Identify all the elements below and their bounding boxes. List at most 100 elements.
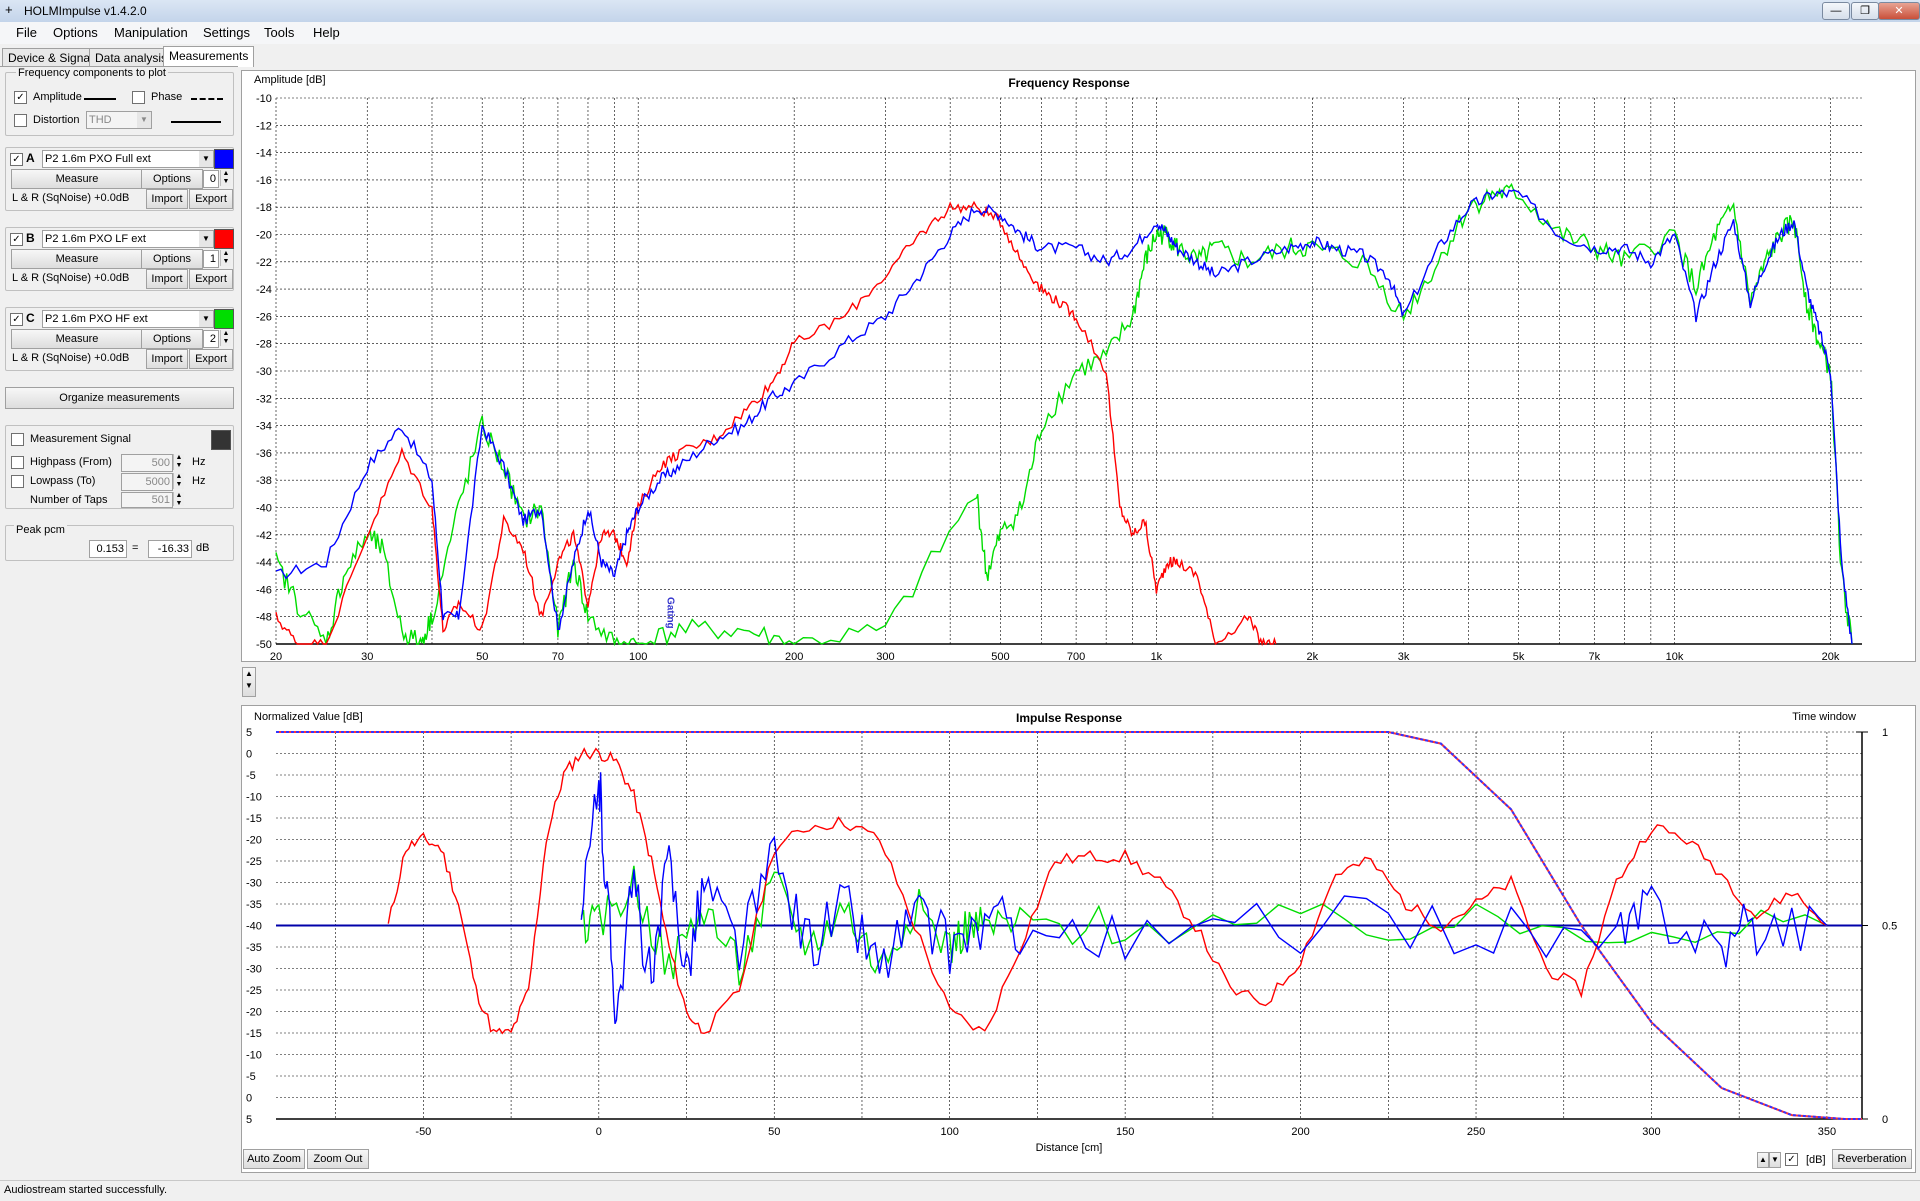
chevron-down-icon: ▼: [199, 311, 213, 327]
measurement-color-swatch[interactable]: [214, 229, 234, 249]
tab-device-signal[interactable]: Device & Signal: [2, 48, 99, 67]
highpass-input[interactable]: 500: [121, 454, 173, 472]
measurement-select[interactable]: P2 1.6m PXO LF ext ▼: [42, 230, 214, 248]
y-tick-label: -15: [246, 813, 262, 825]
distortion-checkbox[interactable]: [14, 114, 27, 127]
y-tick-label: -24: [256, 284, 272, 296]
menu-settings[interactable]: Settings: [197, 25, 256, 41]
y-axis-title: Normalized Value [dB]: [254, 711, 363, 723]
measurement-signal-checkbox[interactable]: [11, 433, 24, 446]
x-tick-label: 30: [361, 651, 373, 661]
export-button[interactable]: Export: [189, 189, 233, 209]
distortion-label: Distortion: [33, 114, 80, 126]
frequency-response-svg: -10 -12 -14 -16 -18 -20 -22 -24 -26 -28 -30 -32 -34 -…: [254, 74, 1862, 678]
measurement-signal-group: Measurement Signal Highpass (From) 500 ▲…: [5, 425, 234, 509]
signal-color-swatch[interactable]: [211, 430, 231, 450]
y-tick-label: -5: [246, 770, 256, 782]
taps-input[interactable]: 501: [121, 492, 173, 508]
measurement-letter: C: [26, 311, 35, 325]
measure-button[interactable]: Measure: [11, 329, 143, 349]
maximize-button[interactable]: ❐: [1851, 2, 1879, 20]
measurement-b-checkbox[interactable]: ✓: [10, 233, 23, 246]
y-tick-label: -18: [256, 202, 272, 214]
tab-data-analysis[interactable]: Data analysis: [89, 48, 174, 67]
tab-measurements[interactable]: Measurements: [163, 46, 255, 67]
highpass-spinner-icon[interactable]: ▲ ▼: [173, 454, 184, 470]
frequency-response-plot[interactable]: -10 -12 -14 -16 -18 -20 -22 -24 -26 -28 -30 -32 -34 -…: [241, 70, 1916, 678]
menu-options[interactable]: Options: [47, 25, 104, 41]
channel-number-input[interactable]: 2: [203, 330, 219, 348]
import-button[interactable]: Import: [146, 269, 188, 289]
measurement-a-checkbox[interactable]: ✓: [10, 153, 23, 166]
menu-bar: File Options Manipulation Settings Tools…: [0, 22, 1920, 44]
channel-number-input[interactable]: 1: [203, 250, 219, 268]
menu-manipulation[interactable]: Manipulation: [108, 25, 194, 41]
chevron-down-icon: ▼: [199, 151, 213, 167]
y2-tick-label: 0: [1882, 1114, 1888, 1126]
y-tick-label: -10: [256, 93, 272, 105]
zoom-out-button[interactable]: Zoom Out: [307, 1149, 369, 1169]
freq-scroll-arrows-icon[interactable]: ▲ ▼: [242, 667, 256, 697]
distortion-select[interactable]: THD ▼: [86, 111, 152, 129]
series-line-p2-1-6m-pxo-lf-ext-envelope: [387, 747, 1828, 1035]
channel-spinner-icon[interactable]: ▲ ▼: [220, 170, 231, 186]
y-tick-label: -10: [246, 792, 262, 804]
export-button[interactable]: Export: [189, 349, 233, 369]
channel-number-input[interactable]: 0: [203, 170, 219, 188]
reverberation-button[interactable]: Reverberation: [1832, 1149, 1912, 1169]
lowpass-hz-label: Hz: [192, 475, 206, 487]
organize-measurements-button[interactable]: Organize measurements: [5, 387, 234, 409]
menu-tools[interactable]: Tools: [258, 25, 300, 41]
amplitude-checkbox[interactable]: ✓: [14, 91, 27, 104]
measurement-color-swatch[interactable]: [214, 309, 234, 329]
phase-checkbox[interactable]: [132, 91, 145, 104]
close-button[interactable]: ✕: [1878, 2, 1920, 20]
menu-file[interactable]: File: [10, 25, 43, 41]
auto-zoom-button[interactable]: Auto Zoom: [243, 1149, 305, 1169]
measure-button[interactable]: Measure: [11, 249, 143, 269]
y2-axis-title: Time window: [1792, 711, 1856, 723]
taps-label: Number of Taps: [30, 494, 108, 506]
taps-spinner-icon[interactable]: ▲ ▼: [173, 492, 184, 507]
import-button[interactable]: Import: [146, 189, 188, 209]
y-tick-label: -30: [246, 964, 262, 976]
measurement-c-checkbox[interactable]: ✓: [10, 313, 23, 326]
menu-help[interactable]: Help: [307, 25, 346, 41]
measurement-letter: A: [26, 151, 35, 165]
minimize-button[interactable]: —: [1822, 2, 1850, 20]
up-arrow-icon[interactable]: ▲: [1757, 1152, 1769, 1168]
measurement-select[interactable]: P2 1.6m PXO HF ext ▼: [42, 310, 214, 328]
x-tick-label: 200: [1291, 1126, 1309, 1138]
lowpass-checkbox[interactable]: [11, 475, 24, 488]
db-checkbox[interactable]: ✓: [1785, 1153, 1798, 1166]
measure-button[interactable]: Measure: [11, 169, 143, 189]
options-button[interactable]: Options: [141, 249, 203, 269]
measurement-select[interactable]: P2 1.6m PXO Full ext ▼: [42, 150, 214, 168]
import-button[interactable]: Import: [146, 349, 188, 369]
channel-spinner-icon[interactable]: ▲ ▼: [220, 330, 231, 346]
x-tick-label: 5k: [1513, 651, 1525, 661]
y-tick-label: -44: [256, 557, 272, 569]
options-button[interactable]: Options: [141, 169, 203, 189]
export-button[interactable]: Export: [189, 269, 233, 289]
y-tick-label: -50: [256, 639, 272, 651]
y-tick-label: -28: [256, 339, 272, 351]
series-line-p2-1-6m-pxo-full-ext: [580, 772, 1828, 1025]
channel-spinner-icon[interactable]: ▲ ▼: [220, 250, 231, 266]
lowpass-input[interactable]: 5000: [121, 473, 173, 491]
measurement-color-swatch[interactable]: [214, 149, 234, 169]
x-tick-label: 3k: [1398, 651, 1410, 661]
impulse-response-plot[interactable]: 5 0 -5 -10 -15 -20 -25 -30 -35 -40 -35 -30 -25 -20 -15…: [241, 705, 1916, 1173]
highpass-checkbox[interactable]: [11, 456, 24, 469]
distortion-line-sample: [171, 121, 221, 123]
series-line-p2-1-6m-pxo-hf-ext: [275, 182, 1853, 647]
lowpass-spinner-icon[interactable]: ▲ ▼: [173, 473, 184, 489]
down-arrow-icon[interactable]: ▼: [1769, 1152, 1781, 1168]
chevron-down-icon: ▼: [137, 112, 151, 128]
gating-marker-label: Gating: [665, 597, 676, 629]
y-tick-label: -5: [246, 1071, 256, 1083]
y-tick-label: -20: [256, 230, 272, 242]
peak-unit: dB: [196, 542, 210, 554]
options-button[interactable]: Options: [141, 329, 203, 349]
measurement-name: P2 1.6m PXO LF ext: [45, 233, 146, 245]
